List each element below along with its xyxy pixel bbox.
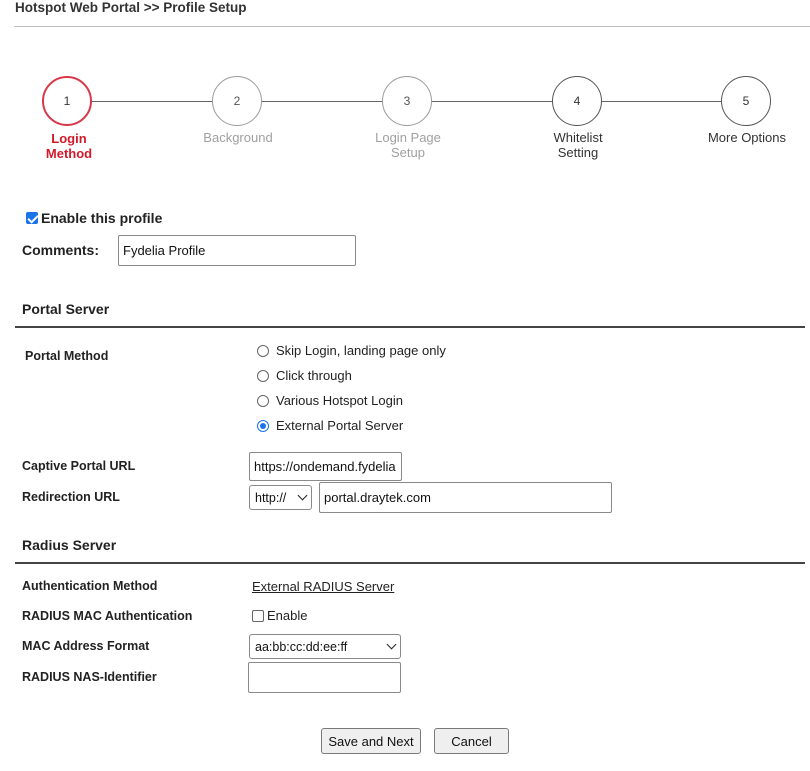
captive-portal-url-label: Captive Portal URL (22, 459, 136, 473)
radius-server-title: Radius Server (22, 537, 117, 553)
radius-mac-auth-checkbox[interactable] (252, 609, 264, 622)
radius-nas-identifier-input[interactable] (248, 662, 401, 693)
portal-server-title: Portal Server (22, 301, 110, 317)
enable-profile-row: Enable this profile (26, 210, 162, 226)
step-3-label: Login Page Setup (375, 130, 441, 160)
radius-server-divider (15, 562, 805, 564)
mac-address-format-select[interactable]: aa:bb:cc:dd:ee:ff (249, 634, 401, 659)
radius-mac-auth-enable-label: Enable (267, 608, 308, 623)
portal-method-option-various-hotspot[interactable]: Various Hotspot Login (257, 393, 403, 408)
step-1-circle[interactable]: 1 (42, 76, 92, 126)
step-connector (602, 101, 722, 102)
save-and-next-button[interactable]: Save and Next (321, 728, 421, 754)
step-4-circle[interactable]: 4 (552, 76, 602, 126)
step-4-label: Whitelist Setting (553, 130, 603, 160)
chevron-down-icon (297, 490, 308, 501)
step-5-circle[interactable]: 5 (721, 76, 771, 126)
radius-mac-auth-label: RADIUS MAC Authentication (22, 609, 193, 623)
enable-profile-checkbox[interactable] (26, 212, 38, 224)
comments-label: Comments: (22, 242, 100, 258)
step-2-label: Background (203, 130, 273, 145)
page-title: Hotspot Web Portal >> Profile Setup (15, 0, 247, 15)
radio-various-hotspot[interactable] (257, 394, 269, 407)
step-2-circle[interactable]: 2 (212, 76, 262, 126)
redirection-url-input[interactable] (319, 482, 612, 513)
radius-nas-identifier-label: RADIUS NAS-Identifier (22, 670, 157, 684)
title-divider (14, 26, 810, 27)
step-1-label: Login Method (45, 131, 93, 161)
captive-portal-url-input[interactable] (249, 452, 402, 481)
step-connector (432, 101, 552, 102)
step-3-circle[interactable]: 3 (382, 76, 432, 126)
portal-method-option-external-portal[interactable]: External Portal Server (257, 418, 403, 433)
comments-input[interactable] (118, 235, 356, 266)
enable-profile-label: Enable this profile (41, 210, 163, 226)
chevron-down-icon (386, 639, 397, 650)
radio-external-portal[interactable] (257, 419, 269, 432)
step-connector (262, 101, 382, 102)
portal-method-option-skip-login[interactable]: Skip Login, landing page only (257, 343, 446, 358)
redirection-protocol-select[interactable]: http:// (249, 485, 312, 510)
cancel-button[interactable]: Cancel (434, 728, 509, 754)
redirection-url-label: Redirection URL (22, 490, 120, 504)
radio-skip-login[interactable] (257, 344, 269, 357)
radius-mac-auth-row: Enable (252, 608, 307, 623)
step-5-label: More Options (707, 130, 787, 145)
portal-server-divider (15, 326, 805, 328)
step-connector (92, 101, 212, 102)
mac-address-format-label: MAC Address Format (22, 639, 150, 653)
external-radius-server-link[interactable]: External RADIUS Server (252, 579, 394, 594)
authentication-method-label: Authentication Method (22, 579, 158, 593)
portal-method-option-click-through[interactable]: Click through (257, 368, 352, 383)
portal-method-label: Portal Method (25, 349, 109, 363)
radio-click-through[interactable] (257, 369, 269, 382)
